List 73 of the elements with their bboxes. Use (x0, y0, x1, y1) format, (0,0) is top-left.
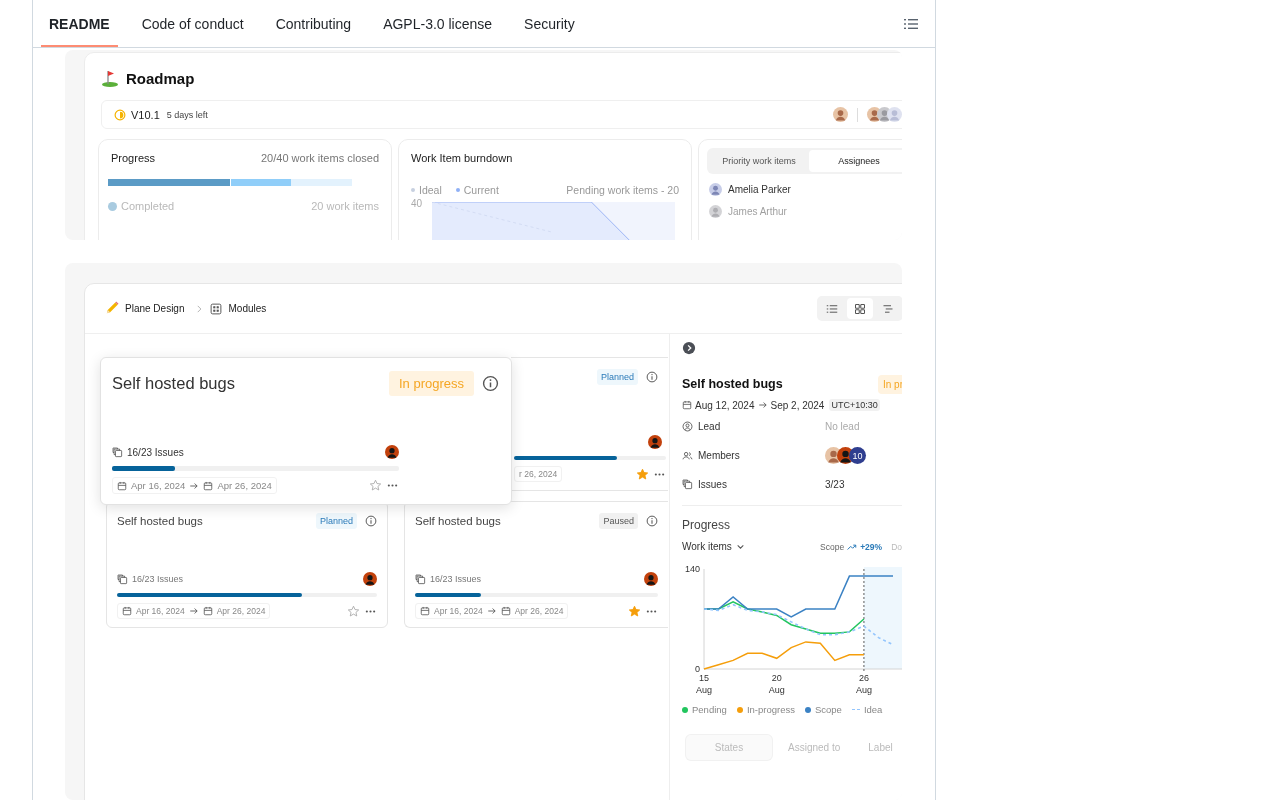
x-tick-label: 20 Aug (768, 673, 785, 695)
timezone-badge: UTC+10:30 (829, 399, 880, 411)
property-label: Lead (698, 421, 721, 432)
scope-label: Scope (820, 541, 845, 552)
legend-label: Idea (863, 704, 883, 715)
pending-count: Pending work items - 20 (566, 184, 679, 196)
status-badge: In pr (878, 374, 902, 394)
chart-label: Do (891, 541, 902, 552)
x-tick-label: 15 Aug (696, 673, 712, 695)
end-date: Apr 26, 2024 (514, 606, 564, 616)
panel-title: Progress (111, 152, 156, 164)
legend-label: Current (463, 184, 499, 196)
tab[interactable]: Security (516, 0, 583, 47)
member-count: 10 (849, 447, 866, 464)
date-chip[interactable]: Apr 16, 2024 Apr 26, 2024 (415, 603, 569, 619)
property-label: Issues (698, 479, 727, 490)
start-date: Apr 16, 2024 (131, 480, 186, 491)
module-title: Self hosted bugs (117, 515, 203, 527)
tab[interactable]: AGPL-3.0 license (375, 0, 501, 47)
state-count: 20 work items (311, 200, 379, 212)
cycle-bar[interactable]: V10.1 5 days left (101, 100, 902, 129)
legend-label: Ideal (419, 184, 442, 196)
legend-label: Scope (814, 704, 842, 715)
date-chip[interactable]: Apr 16, 2024 Apr 26, 2024 (117, 603, 271, 619)
y-tick-label: 140 (684, 564, 700, 574)
module-card[interactable]: Self hosted bugs In progress 16/23 Issues Apr 16, 2024 Apr 26, 2024 (100, 357, 512, 505)
module-title: Self hosted bugs (112, 373, 235, 393)
status-badge: Planned (315, 513, 357, 529)
property-label: Members (698, 450, 740, 461)
tab[interactable]: Contributing (267, 0, 360, 47)
issue-count: 16/23 Issues (430, 574, 482, 584)
axis-label: 40 (411, 198, 423, 209)
end-date: Apr 26, 2024 (217, 480, 272, 491)
property-value: No lead (825, 421, 860, 432)
days-left: 5 days left (166, 109, 208, 120)
start-date: Apr 16, 2024 (434, 606, 483, 616)
legend-label: Pending (692, 704, 727, 715)
panel-title: Work Item burndown (411, 152, 513, 164)
end-date: r 26, 2024 (519, 469, 558, 479)
start-date: Aug 12, 2024 (695, 399, 755, 411)
section-title: Progress (682, 518, 732, 532)
property-value: 3/23 (825, 479, 845, 490)
end-date: Sep 2, 2024 (770, 399, 825, 411)
tab[interactable]: README (41, 0, 118, 47)
roadmap-title: Roadmap (126, 69, 195, 87)
y-tick-label: 0 (695, 664, 700, 674)
date-chip[interactable]: r 26, 2024 (514, 466, 563, 482)
status-badge: Paused (599, 513, 638, 529)
assignee-name: Amelia Parker (728, 184, 791, 195)
breadcrumb-link[interactable]: Modules (228, 303, 267, 314)
scope-change: +29% (860, 541, 883, 552)
tab[interactable]: Assignees (809, 150, 902, 172)
issue-count: 16/23 Issues (132, 574, 184, 584)
cycle-name: V10.1 (131, 108, 160, 121)
tab[interactable]: Code of conduct (133, 0, 252, 47)
start-date: Apr 16, 2024 (136, 606, 185, 616)
module-title: Self hosted bugs (682, 377, 783, 391)
work-items-dropdown[interactable]: Work items (682, 541, 745, 552)
end-date: Apr 26, 2024 (216, 606, 266, 616)
breadcrumb-link[interactable]: Plane Design (125, 303, 185, 314)
module-card[interactable]: Self hosted bugs Paused 16/23 Issues Apr 16, 2024 Apr 26, 2024 (404, 501, 668, 628)
tab[interactable]: Priority work items (709, 150, 809, 172)
module-card[interactable]: Planned r 26, 2024 (511, 357, 668, 491)
assignee-name: James Arthur (728, 206, 787, 217)
state-label: Completed (121, 200, 175, 212)
legend-label: In-progress (746, 704, 795, 715)
module-title: Self hosted bugs (415, 515, 501, 527)
date-chip[interactable]: Apr 16, 2024 Apr 26, 2024 (112, 477, 277, 494)
x-tick-label: 26 Aug (855, 673, 872, 695)
closed-count: 20/40 work items closed (261, 152, 379, 164)
status-badge: In progress (388, 370, 474, 396)
status-badge: Planned (596, 369, 638, 385)
issue-count: 16/23 Issues (127, 446, 184, 458)
